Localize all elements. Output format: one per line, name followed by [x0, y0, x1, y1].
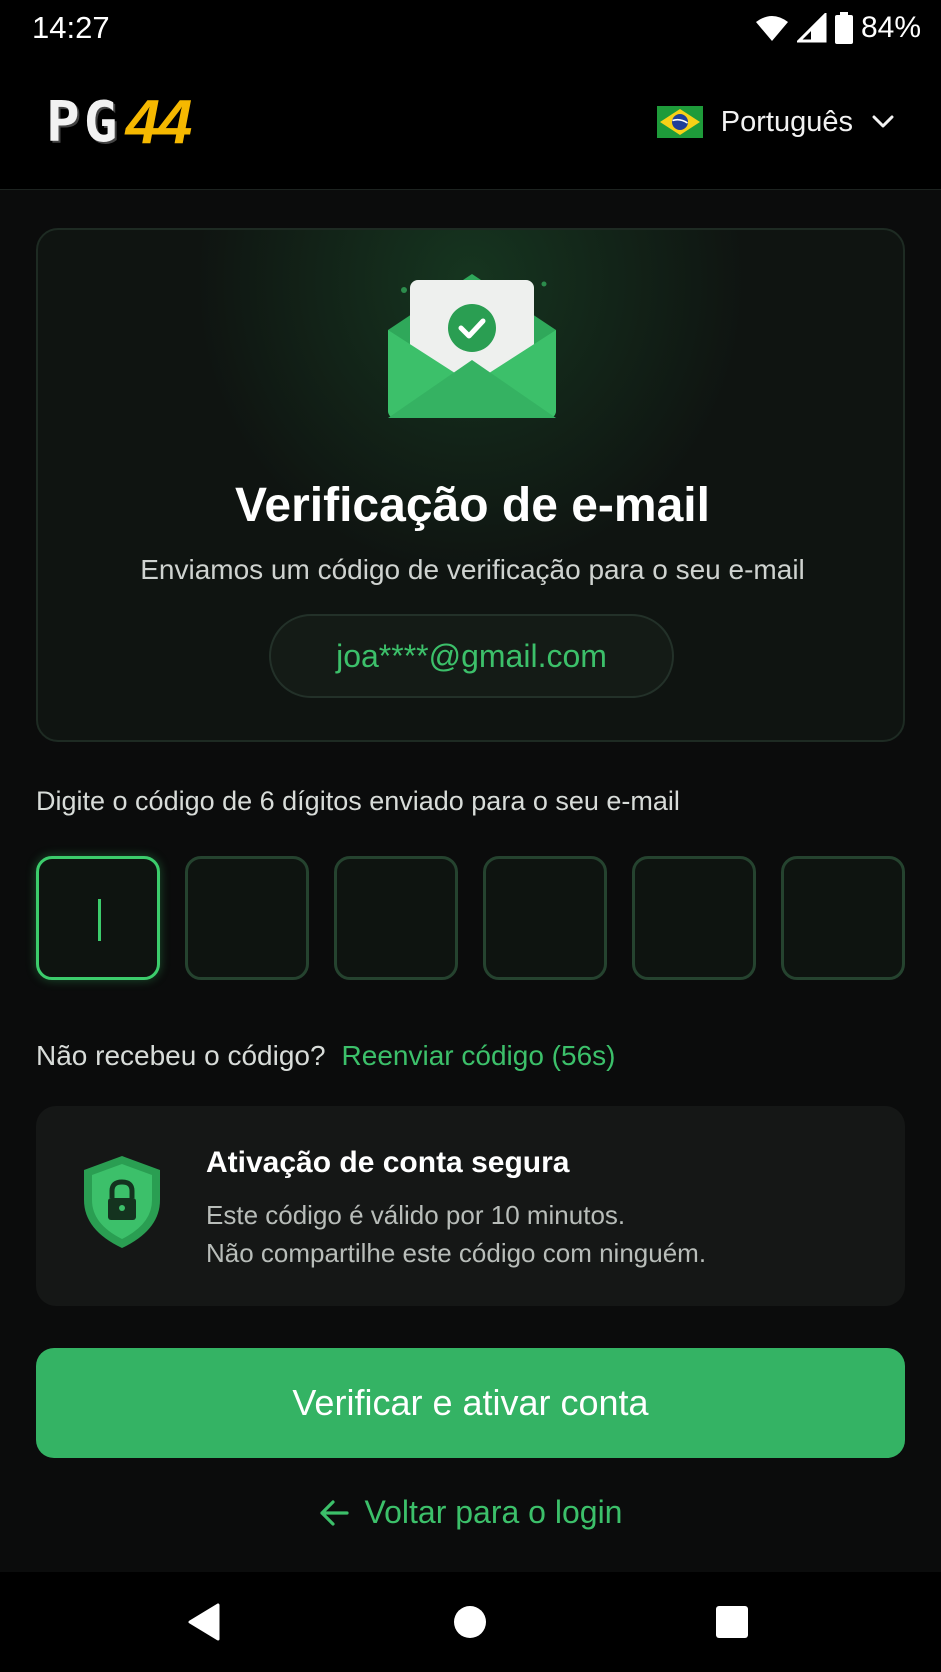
resend-row: Não recebeu o código? Reenviar código (5… [36, 1040, 615, 1072]
logo-pg-text: PG [46, 89, 122, 155]
masked-email-badge: joa****@gmail.com [269, 614, 674, 698]
back-to-login-link[interactable]: Voltar para o login [0, 1494, 941, 1531]
email-verification-card: Verificação de e-mail Enviamos um código… [36, 228, 905, 742]
resend-question: Não recebeu o código? [36, 1040, 326, 1071]
battery-icon [834, 12, 853, 44]
otp-digit-1[interactable] [36, 856, 160, 980]
main-content: Verificação de e-mail Enviamos um código… [0, 190, 941, 1572]
chevron-down-icon [872, 115, 894, 128]
page-title: Verificação de e-mail [235, 479, 710, 532]
secure-warning-text: Não compartilhe este código com ninguém. [206, 1238, 707, 1268]
battery-percent: 84% [860, 11, 921, 44]
status-time: 14:27 [32, 10, 110, 45]
back-to-login-label: Voltar para o login [364, 1494, 623, 1530]
signal-icon [796, 13, 827, 43]
back-triangle-icon [188, 1603, 220, 1641]
secure-validity-text: Este código é válido por 10 minutos. [206, 1200, 626, 1230]
text-caret [98, 899, 101, 941]
otp-digit-6[interactable] [781, 856, 905, 980]
system-nav-bar [0, 1572, 941, 1672]
logo-number-text: 44 [125, 87, 192, 157]
status-icons: 84% [755, 10, 921, 46]
app-header: PG 44 Português [0, 56, 941, 190]
pg44-logo[interactable]: PG 44 [46, 88, 192, 157]
resend-code-link[interactable]: Reenviar código (56s) [342, 1040, 616, 1072]
language-label: Português [720, 105, 853, 138]
wifi-icon [755, 16, 788, 41]
otp-input-group [36, 856, 905, 980]
shield-lock-icon [84, 1156, 160, 1248]
nav-back-button[interactable] [176, 1594, 232, 1650]
secure-activation-card: Ativação de conta segura Este código é v… [36, 1106, 905, 1306]
brazil-flag-icon [656, 106, 703, 138]
language-selector[interactable]: Português [656, 102, 895, 142]
otp-digit-3[interactable] [334, 856, 458, 980]
nav-home-button[interactable] [442, 1594, 498, 1650]
envelope-check-icon [388, 274, 556, 418]
home-circle-icon [454, 1606, 486, 1638]
nav-recents-button[interactable] [704, 1594, 760, 1650]
status-bar: 14:27 84% [0, 0, 941, 56]
verify-activate-button[interactable]: Verificar e ativar conta [36, 1348, 905, 1458]
page-subtitle: Enviamos um código de verificação para o… [140, 554, 805, 585]
arrow-left-icon [319, 1499, 349, 1526]
secure-title: Ativação de conta segura [206, 1146, 570, 1179]
otp-digit-5[interactable] [632, 856, 756, 980]
otp-digit-4[interactable] [483, 856, 607, 980]
otp-digit-2[interactable] [185, 856, 309, 980]
code-instruction-label: Digite o código de 6 dígitos enviado par… [36, 786, 680, 816]
recents-square-icon [716, 1606, 748, 1638]
